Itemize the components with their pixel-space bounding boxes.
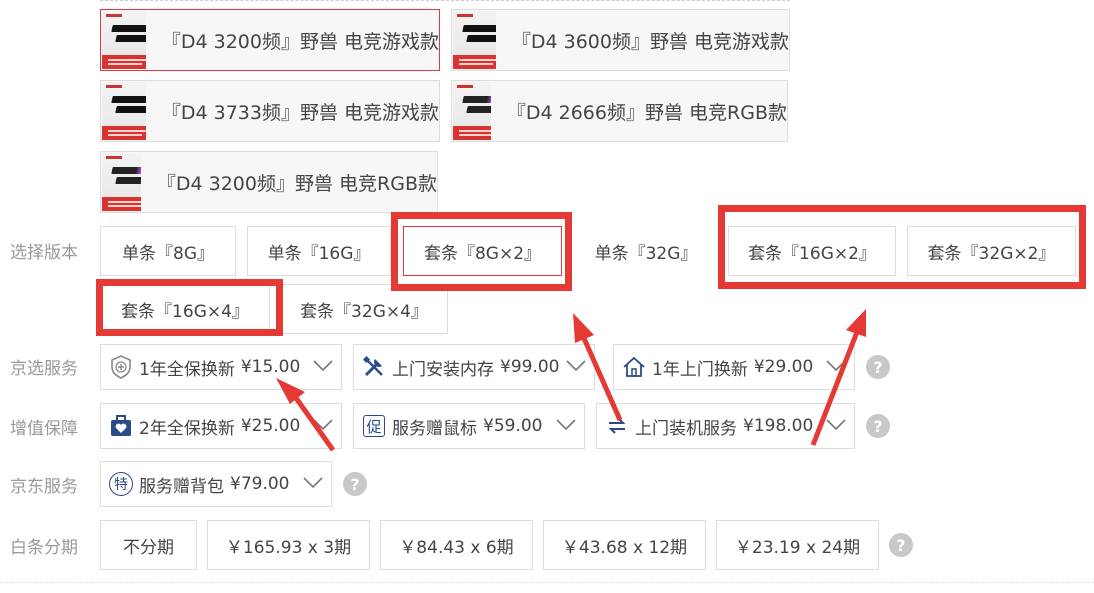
product-thumbnail xyxy=(102,153,141,211)
product-thumbnail xyxy=(102,82,146,140)
home-icon xyxy=(622,355,646,379)
help-question-icon[interactable]: ? xyxy=(889,533,913,557)
product-thumbnail xyxy=(453,82,491,140)
service-text: 服务赠背包 xyxy=(139,476,224,497)
installment-24[interactable]: ￥23.19 x 24期 xyxy=(716,520,879,570)
service-price: ¥79.00 xyxy=(230,474,290,494)
version-option-single-8g[interactable]: 单条『8G』 xyxy=(100,226,236,276)
chevron-down-icon xyxy=(566,357,586,377)
product-d4-3733-gaming[interactable]: 『D4 3733频』野兽 电竞游戏款 xyxy=(100,80,440,142)
bottom-divider xyxy=(0,582,1094,583)
service-price: ¥99.00 xyxy=(500,357,560,377)
service-text: 2年全保换新 xyxy=(139,418,235,439)
tools-icon xyxy=(362,355,386,379)
zengzhi-mouse-gift-select[interactable]: 促 服务赠鼠标 ¥59.00 xyxy=(353,403,585,449)
promo-icon: 促 xyxy=(362,414,386,438)
service-text: 1年全保换新 xyxy=(139,359,235,380)
version-option-single-32g[interactable]: 单条『32G』 xyxy=(573,226,719,276)
jingxuan-1yr-protection-select[interactable]: 1年全保换新 ¥15.00 xyxy=(100,344,342,390)
value-added-label: 增值保障 xyxy=(10,419,78,439)
product-name: 『D4 3600频』野兽 电竞游戏款 xyxy=(511,30,789,53)
help-question-icon[interactable]: ? xyxy=(866,355,890,379)
service-text: 上门装机服务 xyxy=(635,418,737,439)
version-label: 选择版本 xyxy=(10,243,78,263)
product-name: 『D4 3733频』野兽 电竞游戏款 xyxy=(161,101,439,124)
installment-3[interactable]: ￥165.93 x 3期 xyxy=(207,520,370,570)
chevron-down-icon xyxy=(826,416,846,436)
chevron-down-icon xyxy=(313,416,333,436)
jingxuan-service-label: 京选服务 xyxy=(10,359,78,379)
product-name: 『D4 2666频』野兽 电竞RGB款 xyxy=(506,101,787,124)
product-d4-3200-rgb[interactable]: 『D4 3200频』野兽 电竞RGB款 xyxy=(100,151,438,213)
special-icon: 特 xyxy=(109,472,133,496)
chevron-down-icon xyxy=(556,416,576,436)
swap-arrows-icon xyxy=(605,414,629,438)
service-text: 1年上门换新 xyxy=(652,359,748,380)
version-option-kit-32gx4[interactable]: 套条『32G×4』 xyxy=(280,284,448,334)
jd-backpack-gift-select[interactable]: 特 服务赠背包 ¥79.00 xyxy=(100,461,332,507)
heart-kit-icon xyxy=(109,414,133,438)
product-thumbnail xyxy=(453,11,496,69)
help-question-icon[interactable]: ? xyxy=(343,472,367,496)
service-price: ¥198.00 xyxy=(743,416,814,436)
shield-plus-icon xyxy=(109,355,133,379)
chevron-down-icon xyxy=(826,357,846,377)
version-option-kit-16gx4[interactable]: 套条『16G×4』 xyxy=(100,284,270,334)
version-option-kit-8gx2[interactable]: 套条『8G×2』 xyxy=(403,226,562,276)
product-d4-2666-rgb[interactable]: 『D4 2666频』野兽 电竞RGB款 xyxy=(451,80,788,142)
version-option-single-16g[interactable]: 单条『16G』 xyxy=(247,226,391,276)
help-question-icon[interactable]: ? xyxy=(866,414,890,438)
service-price: ¥59.00 xyxy=(483,416,543,436)
service-price: ¥25.00 xyxy=(240,416,301,436)
installment-12[interactable]: ￥43.68 x 12期 xyxy=(543,520,706,570)
installment-none[interactable]: 不分期 xyxy=(100,520,197,570)
installment-6[interactable]: ￥84.43 x 6期 xyxy=(380,520,533,570)
service-price: ¥29.00 xyxy=(753,357,814,377)
zengzhi-2yr-protection-select[interactable]: 2年全保换新 ¥25.00 xyxy=(100,403,342,449)
jd-service-label: 京东服务 xyxy=(10,477,78,497)
product-d4-3600-gaming[interactable]: 『D4 3600频』野兽 电竞游戏款 xyxy=(451,9,790,71)
product-name: 『D4 3200频』野兽 电竞RGB款 xyxy=(156,172,437,195)
service-price: ¥15.00 xyxy=(240,357,301,377)
jingxuan-1yr-home-replace-select[interactable]: 1年上门换新 ¥29.00 xyxy=(613,344,855,390)
service-text: 上门安装内存 xyxy=(392,359,494,380)
baitiao-label: 白条分期 xyxy=(10,538,78,558)
jingxuan-install-memory-select[interactable]: 上门安装内存 ¥99.00 xyxy=(353,344,595,390)
version-option-kit-32gx2[interactable]: 套条『32G×2』 xyxy=(907,226,1076,276)
service-text: 服务赠鼠标 xyxy=(392,418,477,439)
chevron-down-icon xyxy=(303,474,323,494)
chevron-down-icon xyxy=(313,357,333,377)
top-divider xyxy=(100,0,790,1)
zengzhi-home-assembly-select[interactable]: 上门装机服务 ¥198.00 xyxy=(596,403,855,449)
version-option-kit-16gx2[interactable]: 套条『16G×2』 xyxy=(728,226,896,276)
product-thumbnail xyxy=(102,11,146,69)
product-name: 『D4 3200频』野兽 电竞游戏款 xyxy=(161,30,439,53)
product-d4-3200-gaming[interactable]: 『D4 3200频』野兽 电竞游戏款 xyxy=(100,9,440,71)
